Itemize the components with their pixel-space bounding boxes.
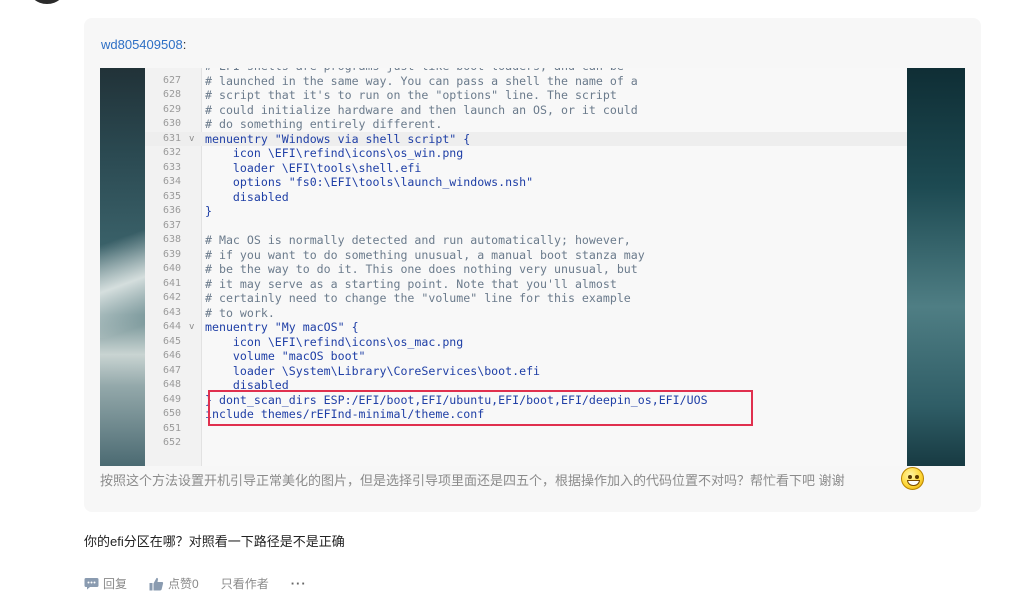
line-number: 643 [162, 306, 181, 318]
reply-content: 你的efi分区在哪？对照看一下路径是不是正确 [84, 534, 345, 549]
code-line: 644 v menuentry "My macOS" { [145, 320, 907, 335]
code-line: 639 # if you want to do something unusual… [145, 248, 907, 263]
code-line: 628 # script that it's to run on the "opt… [145, 88, 907, 103]
code-text: # it may serve as a starting point. Note… [205, 276, 617, 291]
author-only-button[interactable]: 只看作者 [221, 575, 269, 592]
line-number: 645 [162, 335, 181, 347]
line-number: 635 [162, 190, 181, 202]
line-number: 629 [162, 103, 181, 115]
more-options-button[interactable]: ··· [291, 576, 307, 591]
code-text: volume "macOS boot" [205, 349, 366, 363]
line-number: 650 [162, 408, 181, 419]
code-line: 637 [145, 219, 907, 234]
quote-caption: 按照这个方法设置开机引导正常美化的图片，但是选择引导项里面还是四五个，根据操作加… [100, 473, 845, 488]
code-text: menuentry "My macOS" { [205, 320, 359, 334]
line-number: 651 [162, 422, 181, 434]
post-actions: 回复 点赞0 只看作者 ··· [84, 575, 329, 592]
line-number: 646 [162, 350, 181, 361]
line-number: 644 [162, 321, 181, 332]
code-text: disabled [205, 189, 289, 204]
line-number: 642 [162, 292, 181, 303]
line-number: 627 [162, 74, 181, 86]
code-line: 630 # do something entirely different. [145, 117, 907, 132]
line-number: 652 [162, 437, 181, 448]
code-text: # script that it's to run on the "option… [205, 88, 617, 102]
code-text: # certainly need to change the "volume" … [205, 291, 631, 305]
code-line: 652 [145, 436, 907, 451]
code-line: 645 icon \EFI\refind\icons\os_mac.png [145, 335, 907, 350]
code-line: 641 # it may serve as a starting point. N… [145, 277, 907, 292]
red-highlight-box [208, 390, 753, 426]
line-number: 633 [162, 161, 181, 173]
code-text: # to work. [205, 305, 275, 320]
fold-chevron-icon: v [189, 133, 195, 144]
code-line: 643 # to work. [145, 306, 907, 321]
grin-emoji-icon [901, 467, 924, 490]
line-number: 632 [162, 147, 181, 158]
line-number: 647 [162, 364, 181, 376]
thumbs-up-icon [149, 577, 164, 590]
comment-icon [84, 578, 99, 590]
code-text: loader \EFI\tools\shell.efi [205, 160, 422, 175]
code-line: 633 loader \EFI\tools\shell.efi [145, 161, 907, 176]
line-number: 636 [162, 205, 181, 216]
wallpaper-left [100, 68, 145, 466]
reply-button[interactable]: 回复 [84, 575, 127, 592]
code-text: # be the way to do it. This one does not… [205, 262, 638, 276]
like-button[interactable]: 点赞0 [149, 575, 199, 592]
code-text: # Mac OS is normally detected and run au… [205, 233, 631, 247]
code-text: icon \EFI\refind\icons\os_win.png [205, 146, 464, 160]
code-line: 638 # Mac OS is normally detected and run… [145, 233, 907, 248]
line-number: 631 [162, 132, 181, 144]
code-text: icon \EFI\refind\icons\os_mac.png [205, 334, 464, 349]
more-icon: ··· [290, 576, 307, 591]
line-number: 649 [162, 393, 181, 405]
wallpaper-right [907, 68, 965, 466]
code-line: 640 # be the way to do it. This one does … [145, 262, 907, 277]
line-number: 641 [162, 277, 181, 289]
code-line: 634 options "fs0:\EFI\tools\launch_windo… [145, 175, 907, 190]
code-line: 635 disabled [145, 190, 907, 205]
quote-author-link[interactable]: wd805409508: [101, 37, 186, 52]
code-line: 627 # launched in the same way. You can p… [145, 74, 907, 89]
author-only-label: 只看作者 [220, 577, 269, 591]
line-number: 640 [162, 263, 181, 274]
code-text: # if you want to do something unusual, a… [205, 247, 645, 262]
code-line: 646 volume "macOS boot" [145, 349, 907, 364]
like-label: 点赞0 [168, 577, 199, 591]
avatar[interactable] [28, 0, 66, 4]
code-text: # launched in the same way. You can pass… [205, 73, 638, 88]
code-line: 629 # could initialize hardware and then … [145, 103, 907, 118]
line-number: 628 [162, 89, 181, 100]
fold-chevron-icon: v [189, 322, 195, 332]
code-line: 642 # certainly need to change the "volum… [145, 291, 907, 306]
code-text: menuentry "Windows via shell script" { [205, 131, 471, 146]
line-number: 639 [162, 248, 181, 260]
code-text: # could initialize hardware and then lau… [205, 102, 638, 117]
line-number: 637 [162, 219, 181, 231]
code-line: 647 loader \System\Library\CoreServices\… [145, 364, 907, 379]
line-number: 630 [162, 118, 181, 129]
code-text: # do something entirely different. [205, 117, 443, 131]
code-text: loader \System\Library\CoreServices\boot… [205, 363, 541, 378]
code-line: 631 v menuentry "Windows via shell script"… [145, 131, 907, 146]
line-number: 638 [162, 234, 181, 245]
reply-label: 回复 [103, 577, 128, 591]
line-number: 634 [162, 176, 181, 187]
code-line: 632 icon \EFI\refind\icons\os_win.png [145, 146, 907, 161]
code-text: } [205, 204, 212, 218]
code-line: 636} [145, 204, 907, 219]
quoted-screenshot-image[interactable]: 626# EFI shells are programs just like b… [100, 68, 965, 466]
code-text: options "fs0:\EFI\tools\launch_windows.n… [205, 175, 534, 189]
line-number: 648 [162, 379, 181, 390]
